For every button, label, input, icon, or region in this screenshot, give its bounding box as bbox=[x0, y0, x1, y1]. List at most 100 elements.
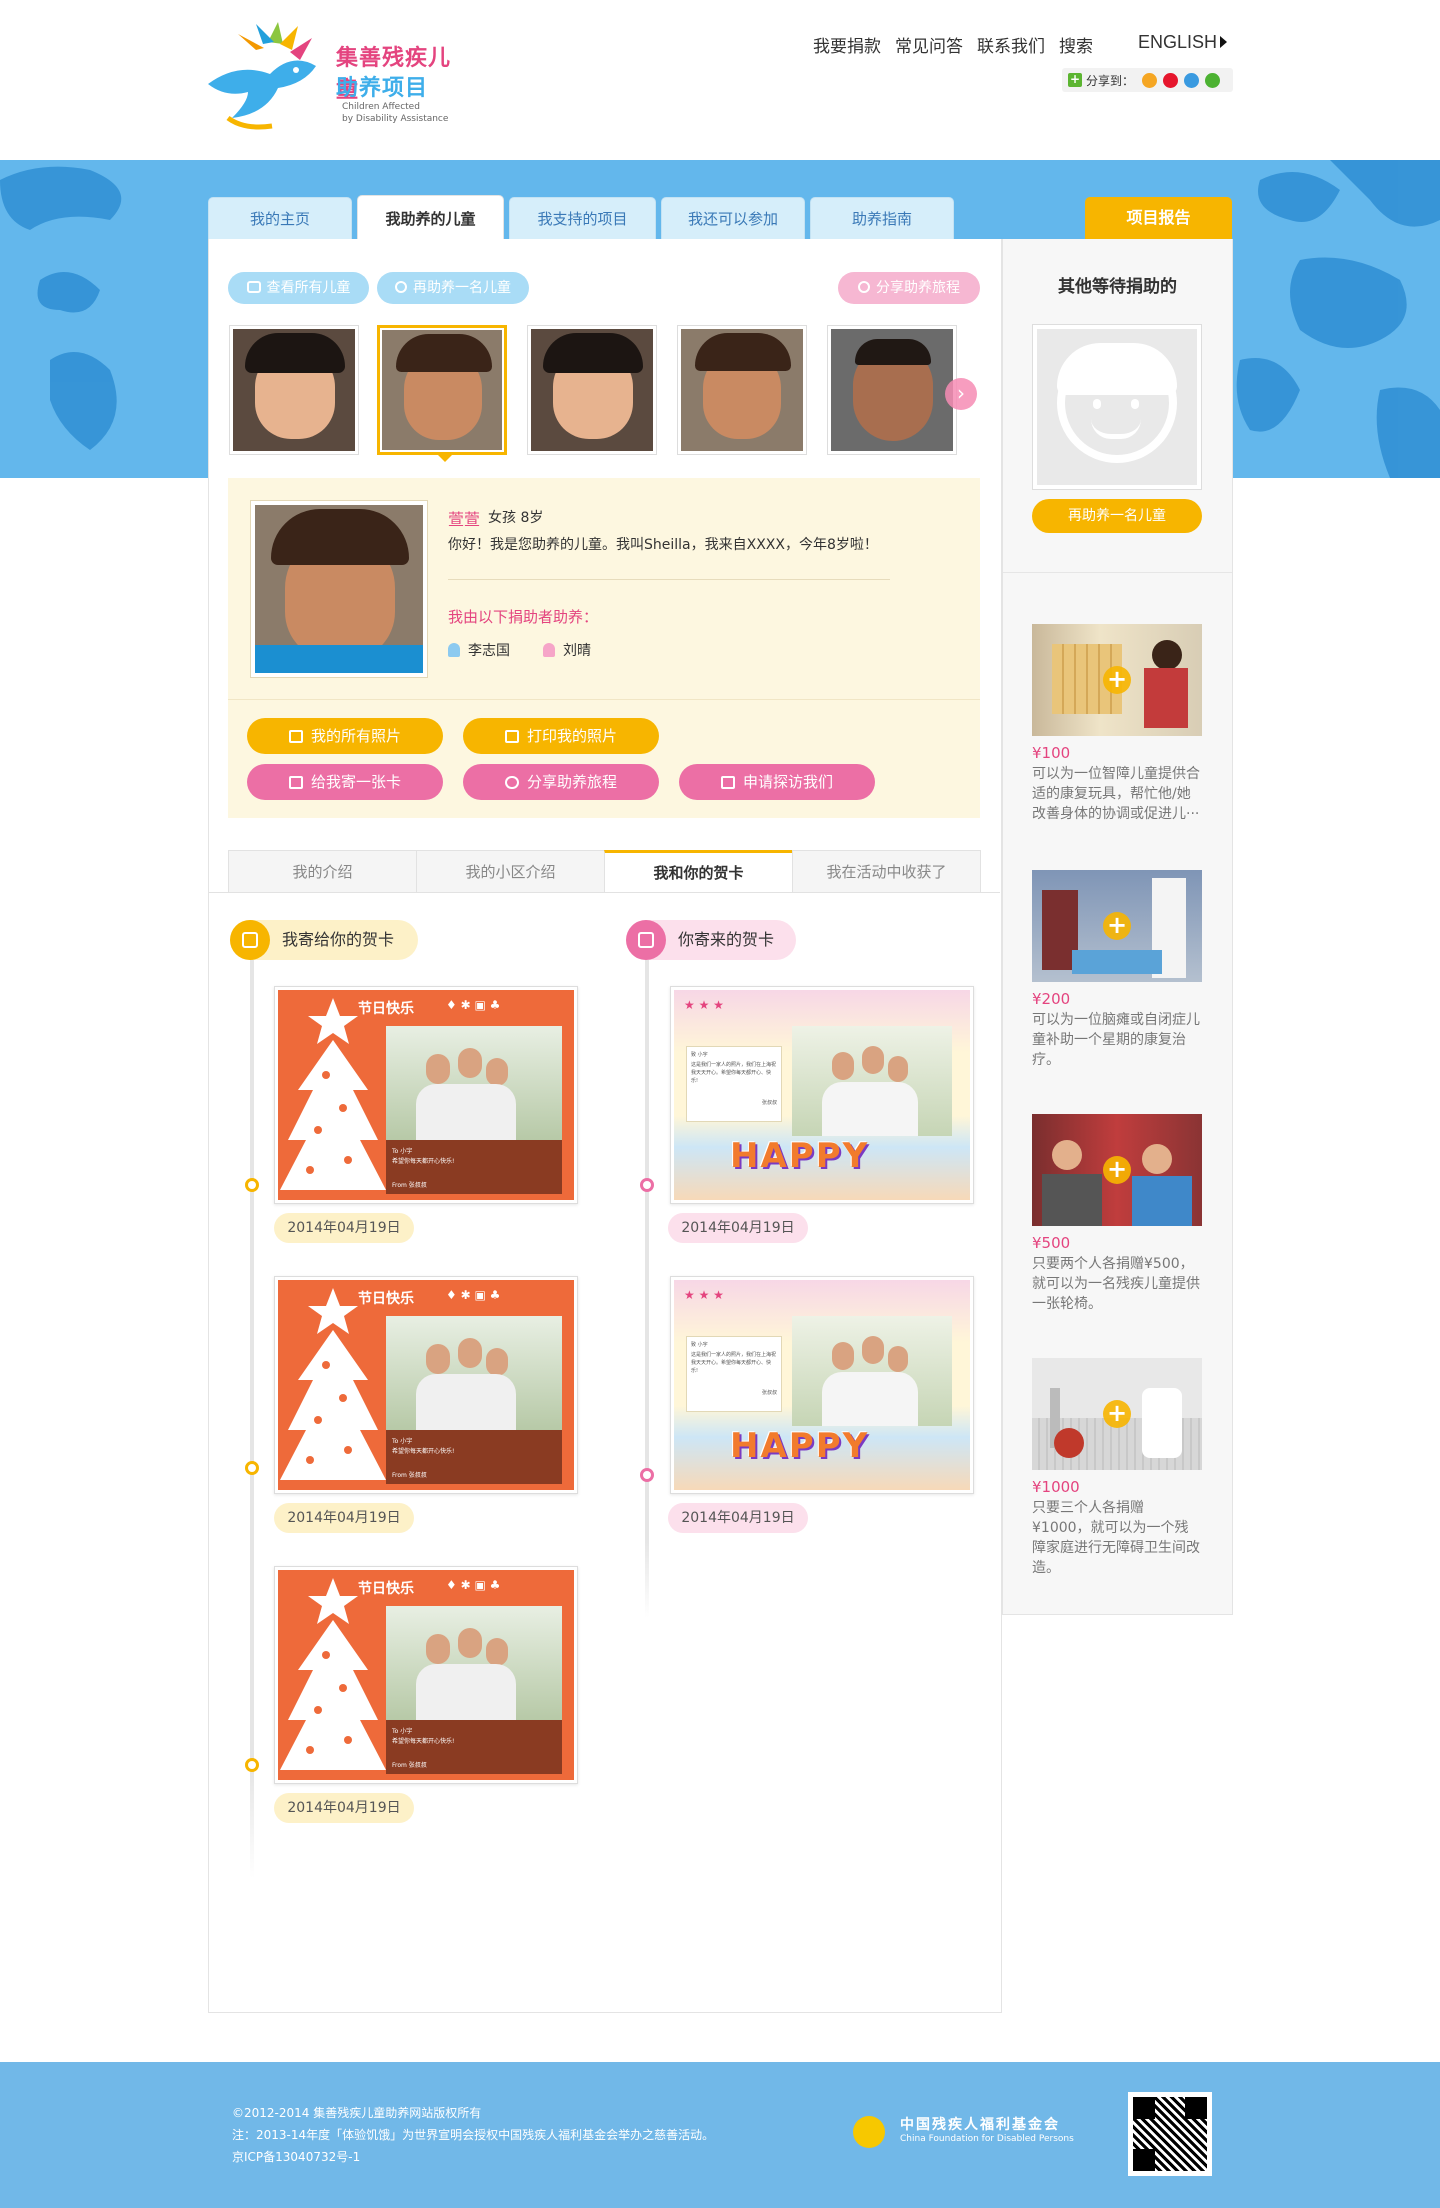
footer-note: 注：2013-14年度「体验饥饿」为世界宣明会授权中国残疾人福利基金会举办之慈善… bbox=[232, 2128, 715, 2142]
sent-cards-header: 我寄给你的贺卡 bbox=[230, 920, 418, 960]
share-qzone-icon[interactable] bbox=[1142, 73, 1157, 88]
donation-option[interactable]: + ¥1000 只要三个人各捐赠¥1000，就可以为一个残障家庭进行无障碍卫生间… bbox=[1032, 1358, 1202, 1578]
greeting-card-sent[interactable]: 节日快乐 ♦ ✱ ▣ ♣ To 小宇 希望你每天都开心快乐! From 张叔叔 bbox=[274, 1276, 578, 1494]
share-weibo-icon[interactable] bbox=[1163, 73, 1178, 88]
child-thumb[interactable] bbox=[677, 325, 807, 455]
view-all-children-button[interactable]: 查看所有儿童 bbox=[228, 272, 369, 304]
tab-guide[interactable]: 助养指南 bbox=[810, 197, 954, 239]
donation-price: ¥100 bbox=[1032, 744, 1071, 762]
child-intro: 你好！我是您助养的儿童。我叫Sheilla，我来自XXXX，今年8岁啦！ bbox=[448, 537, 878, 553]
greeting-card-received[interactable]: ★ ★ ★ 致 小宇 这是我们一家人的照片，我们在上海祝我天天开心。希望你每天都… bbox=[670, 986, 974, 1204]
logo[interactable]: 集善残疾儿童 助养项目 Children Affected by Disabil… bbox=[208, 22, 458, 137]
christmas-tree-icon bbox=[280, 1288, 386, 1480]
add-icon: + bbox=[1103, 1156, 1131, 1184]
donation-option[interactable]: + ¥500 只要两个人各捐赠¥500，就可以为一名残疾儿童提供一张轮椅。 bbox=[1032, 1114, 1202, 1314]
tab-project-report[interactable]: 项目报告 bbox=[1085, 197, 1232, 239]
greeting-card-sent[interactable]: 节日快乐 ♦ ✱ ▣ ♣ To 小宇 希望你每天都开心快乐! From 张叔叔 bbox=[274, 986, 578, 1204]
sponsors-title: 我由以下捐助者助养： bbox=[448, 608, 599, 626]
share-icon bbox=[504, 776, 519, 789]
christmas-tree-icon bbox=[280, 998, 386, 1190]
donation-desc: 可以为一位脑瘫或自闭症儿童补助一个星期的康复治疗。 bbox=[1032, 1012, 1200, 1068]
sidebar-title: 其他等待捐助的 bbox=[1058, 277, 1177, 297]
selected-pointer-icon bbox=[437, 454, 453, 462]
logo-subtitle-line2: by Disability Assistance bbox=[342, 114, 449, 124]
sidebar-adopt-button[interactable]: 再助养一名儿童 bbox=[1032, 499, 1202, 533]
child-thumb[interactable] bbox=[827, 325, 957, 455]
add-icon: + bbox=[1103, 912, 1131, 940]
view-all-children-label: 查看所有儿童 bbox=[266, 280, 351, 296]
greeting-card-received[interactable]: ★ ★ ★ 致 小宇 这是我们一家人的照片，我们在上海祝我天天开心。希望你每天都… bbox=[670, 1276, 974, 1494]
card-from: From 张叔叔 bbox=[392, 1762, 427, 1769]
share-icon bbox=[858, 281, 870, 293]
adopt-another-button[interactable]: 再助养一名儿童 bbox=[377, 272, 529, 304]
greeting-card-sent[interactable]: 节日快乐 ♦ ✱ ▣ ♣ To 小宇 希望你每天都开心快乐! From 张叔叔 bbox=[274, 1566, 578, 1784]
card-icon bbox=[288, 776, 303, 789]
qr-code[interactable] bbox=[1128, 2092, 1212, 2176]
child-photo bbox=[681, 329, 803, 451]
nav-donate[interactable]: 我要捐款 bbox=[813, 32, 881, 57]
share-journey-button[interactable]: 分享助养旅程 bbox=[463, 764, 659, 800]
tab-my-home[interactable]: 我的主页 bbox=[208, 197, 352, 239]
timeline-dot bbox=[640, 1468, 654, 1482]
share-journey-top-button[interactable]: 分享助养旅程 bbox=[838, 272, 980, 304]
ornaments-icon: ♦ ✱ ▣ ♣ bbox=[446, 1578, 501, 1592]
all-photos-button[interactable]: 我的所有照片 bbox=[247, 718, 443, 754]
send-card-button[interactable]: 给我寄一张卡 bbox=[247, 764, 443, 800]
child-thumb[interactable] bbox=[229, 325, 359, 455]
donation-option[interactable]: + ¥200 可以为一位脑瘫或自闭症儿童补助一个星期的康复治疗。 bbox=[1032, 870, 1202, 1070]
share-wechat-icon[interactable] bbox=[1205, 73, 1220, 88]
nav-english[interactable]: ENGLISH bbox=[1138, 32, 1228, 53]
footer-copyright: ©2012-2014 集善残疾儿童助养网站版权所有 bbox=[232, 2106, 482, 2120]
tab-my-children[interactable]: 我助养的儿童 bbox=[357, 195, 504, 241]
family-photo bbox=[386, 1316, 562, 1430]
card-title: 节日快乐 bbox=[358, 1291, 414, 1307]
next-arrow-icon[interactable]: › bbox=[945, 378, 977, 410]
print-photos-button[interactable]: 打印我的照片 bbox=[463, 718, 659, 754]
card-message: 希望你每天都开心快乐! bbox=[392, 1738, 455, 1745]
card-date: 2014年04月19日 bbox=[274, 1793, 414, 1823]
family-photo bbox=[792, 1026, 952, 1136]
adopt-another-label: 再助养一名儿童 bbox=[413, 280, 511, 296]
tab-can-join[interactable]: 我还可以参加 bbox=[661, 197, 805, 239]
tab-activity-gains[interactable]: 我在活动中收获了 bbox=[792, 850, 981, 893]
donation-desc: 可以为一位智障儿童提供合适的康复玩具，帮忙他/她改善身体的协调或促进儿··· bbox=[1032, 766, 1200, 822]
nav-contact[interactable]: 联系我们 bbox=[977, 32, 1045, 57]
nav-english-label: ENGLISH bbox=[1138, 32, 1218, 52]
child-photo bbox=[233, 329, 355, 451]
child-thumb-selected[interactable] bbox=[377, 325, 507, 462]
card-to: To 小宇 bbox=[392, 1438, 413, 1445]
tab-community-intro[interactable]: 我的小区介绍 bbox=[416, 850, 605, 893]
child-thumb[interactable] bbox=[527, 325, 657, 455]
tab-greeting-cards[interactable]: 我和你的贺卡 bbox=[604, 850, 793, 893]
foundation-name-en: China Foundation for Disabled Persons bbox=[900, 2134, 1074, 2144]
donation-price: ¥200 bbox=[1032, 990, 1071, 1008]
received-cards-title: 你寄来的贺卡 bbox=[678, 930, 775, 949]
donation-photo: + bbox=[1032, 1114, 1202, 1226]
card-message: 希望你每天都开心快乐! bbox=[392, 1158, 455, 1165]
card-to: 致 小宇 bbox=[691, 1342, 708, 1348]
child-photo bbox=[831, 329, 953, 451]
family-photo bbox=[386, 1026, 562, 1140]
child-profile-panel: 萱萱 女孩 8岁 你好！我是您助养的儿童。我叫Sheilla，我来自XXXX，今… bbox=[228, 478, 980, 818]
visit-request-button[interactable]: 申请探访我们 bbox=[679, 764, 875, 800]
share-tencent-icon[interactable] bbox=[1184, 73, 1199, 88]
female-user-icon bbox=[543, 643, 555, 657]
male-user-icon bbox=[448, 643, 460, 657]
logo-title-line2: 助养项目 bbox=[336, 76, 429, 101]
print-photos-label: 打印我的照片 bbox=[526, 727, 617, 745]
tab-my-intro[interactable]: 我的介绍 bbox=[228, 850, 417, 893]
waiting-child-placeholder[interactable] bbox=[1032, 324, 1202, 490]
nav-search[interactable]: 搜索 bbox=[1059, 32, 1093, 57]
card-message: 这是我们一家人的照片，我们在上海祝我天天开心。希望你每天都开心、快乐! bbox=[691, 1352, 777, 1374]
child-name: 萱萱 bbox=[448, 510, 481, 529]
received-cards-header: 你寄来的贺卡 bbox=[626, 920, 796, 960]
donation-option[interactable]: + ¥100 可以为一位智障儿童提供合适的康复玩具，帮忙他/她改善身体的协调或促… bbox=[1032, 624, 1202, 824]
children-icon bbox=[246, 281, 261, 293]
tab-supported-projects[interactable]: 我支持的项目 bbox=[509, 197, 656, 239]
nav-faq[interactable]: 常见问答 bbox=[895, 32, 963, 57]
card-note: 致 小宇 这是我们一家人的照片，我们在上海祝我天天开心。希望你每天都开心、快乐!… bbox=[686, 1046, 782, 1122]
all-photos-label: 我的所有照片 bbox=[310, 727, 401, 745]
card-from: From 张叔叔 bbox=[392, 1182, 427, 1189]
smiley-avatar-icon bbox=[1037, 329, 1197, 485]
card-from: 张叔叔 bbox=[761, 1100, 777, 1106]
